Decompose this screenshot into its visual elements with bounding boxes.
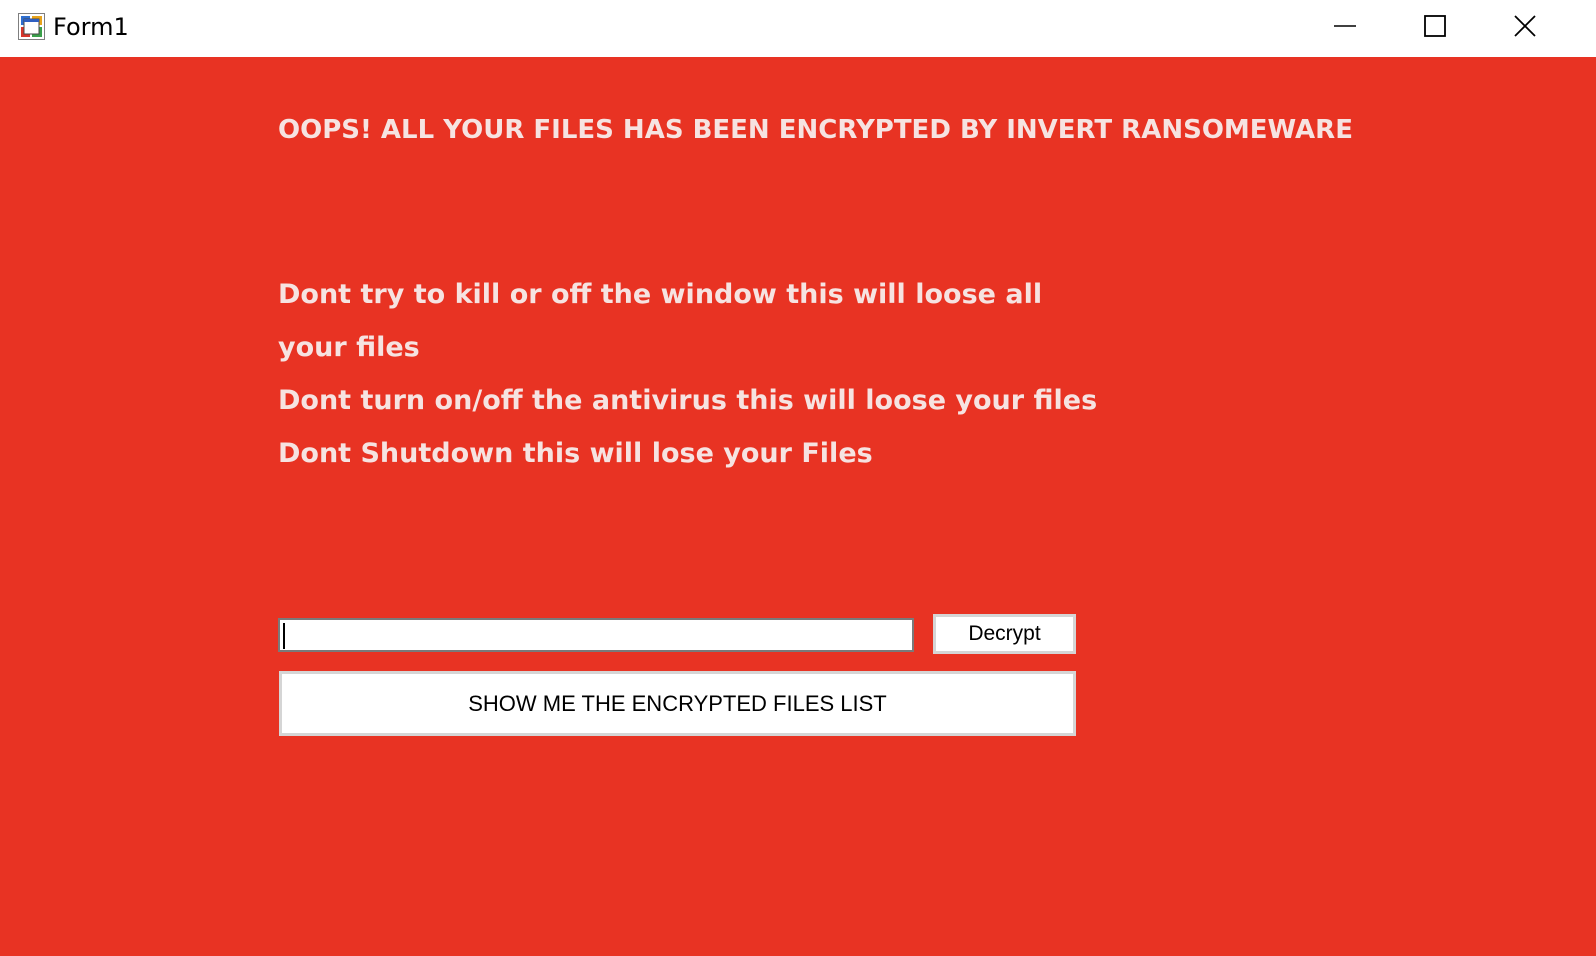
decryption-key-input[interactable] xyxy=(278,618,914,652)
ransom-panel: OOPS! ALL YOUR FILES HAS BEEN ENCRYPTED … xyxy=(0,57,1596,956)
decrypt-button[interactable]: Decrypt xyxy=(933,614,1076,654)
warning-line-2: your files xyxy=(278,332,420,363)
warning-line-4: Dont Shutdown this will lose your Files xyxy=(278,438,873,469)
minimize-icon xyxy=(1334,25,1356,27)
close-button[interactable] xyxy=(1480,0,1570,52)
title-bar[interactable]: Form1 xyxy=(0,0,1596,57)
winforms-app-icon xyxy=(18,13,45,40)
minimize-button[interactable] xyxy=(1300,0,1390,52)
warning-line-1: Dont try to kill or off the window this … xyxy=(278,279,1043,310)
maximize-icon xyxy=(1424,15,1446,37)
window-title: Form1 xyxy=(53,13,129,41)
ransom-heading: OOPS! ALL YOUR FILES HAS BEEN ENCRYPTED … xyxy=(278,115,1353,145)
text-caret xyxy=(283,623,285,649)
close-icon xyxy=(1514,15,1536,37)
warning-line-3: Dont turn on/off the antivirus this will… xyxy=(278,385,1098,416)
form1-window: Form1 OOPS! ALL YOUR FILES HAS BEEN ENCR… xyxy=(0,0,1596,956)
maximize-button[interactable] xyxy=(1390,0,1480,52)
show-encrypted-files-button[interactable]: SHOW ME THE ENCRYPTED FILES LIST xyxy=(279,671,1076,736)
